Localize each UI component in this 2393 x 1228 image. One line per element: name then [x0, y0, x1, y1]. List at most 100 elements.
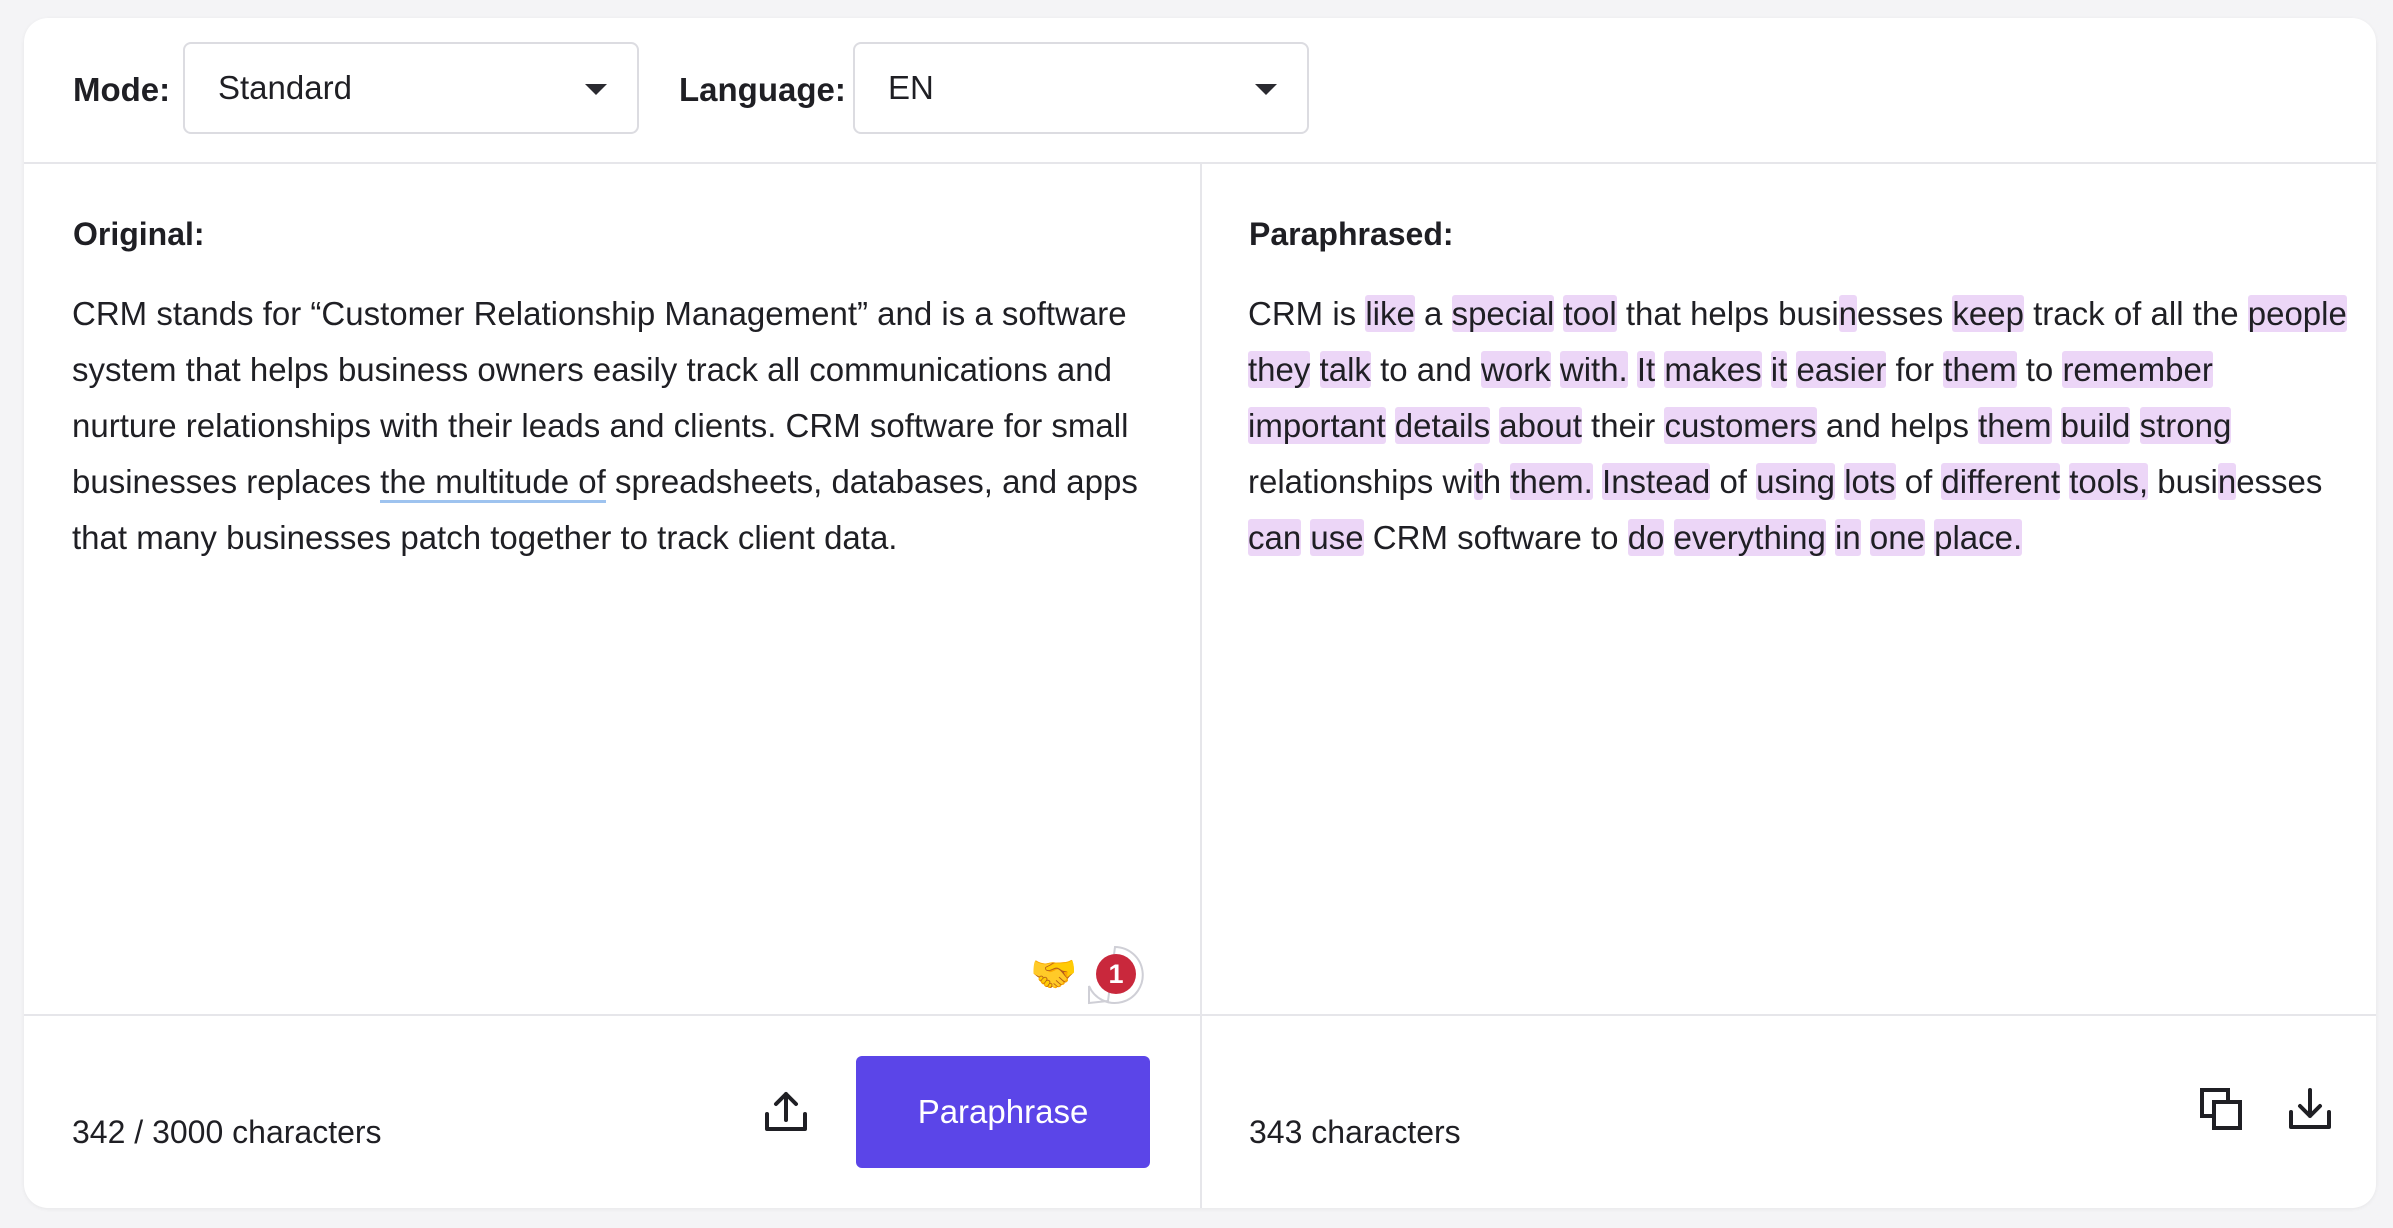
mode-select[interactable]: Standard [183, 42, 639, 134]
text-segment: track of all the [2023, 295, 2248, 332]
paraphrased-text[interactable]: CRM is like a special tool that helps bu… [1248, 286, 2348, 566]
changed-word: them [1978, 407, 2052, 444]
text-segment: for [1886, 351, 1944, 388]
changed-word: n [2217, 463, 2237, 500]
upload-icon [765, 1092, 807, 1131]
handshake-icon[interactable]: 🤝 [1030, 952, 1077, 996]
changed-word: about [1499, 407, 1582, 444]
changed-word: special [1451, 295, 1555, 332]
changed-word: customers [1664, 407, 1817, 444]
text-segment: that helps busi [1616, 295, 1839, 332]
mode-label: Mode: [73, 71, 171, 108]
changed-word: build [2060, 407, 2131, 444]
changed-word: important [1248, 407, 1386, 444]
changed-word: people [2247, 295, 2347, 332]
mode-select-value: Standard [218, 69, 352, 106]
text-segment: busi [2148, 463, 2218, 500]
changed-word: n [1838, 295, 1858, 332]
changed-word: everything [1673, 519, 1826, 556]
chevron-down-icon [1255, 84, 1277, 95]
changed-word: tools, [2069, 463, 2149, 500]
text-segment: h [1482, 463, 1511, 500]
toolbar: Mode: Standard Language: EN [24, 18, 2376, 164]
text-segment [1310, 351, 1319, 388]
language-select[interactable]: EN [853, 42, 1309, 134]
changed-word: using [1756, 463, 1836, 500]
text-segment: of [1895, 463, 1942, 500]
changed-word: with. [1559, 351, 1628, 388]
upload-button[interactable] [758, 1084, 814, 1140]
text-segment [1861, 519, 1870, 556]
text-segment: relationships wi [1248, 463, 1474, 500]
changed-word: lots [1844, 463, 1896, 500]
changed-word: talk [1319, 351, 1371, 388]
changed-word: keep [1952, 295, 2024, 332]
text-segment: esses [2236, 463, 2323, 500]
changed-word: they [1248, 351, 1311, 388]
paraphrased-character-count: 343 characters [1249, 1114, 1461, 1150]
language-label: Language: [679, 71, 846, 108]
text-segment [1664, 519, 1673, 556]
text-segment: CRM software to [1363, 519, 1628, 556]
text-segment [1762, 351, 1771, 388]
paraphraser-card: Mode: Standard Language: EN Original: CR… [24, 18, 2376, 1208]
paraphrased-title: Paraphrased: [1249, 216, 1454, 252]
pane-divider [1200, 162, 1202, 1208]
download-button[interactable] [2282, 1082, 2338, 1138]
text-segment [1628, 351, 1637, 388]
original-character-count: 342 / 3000 characters [72, 1114, 382, 1150]
changed-word: remember [2062, 351, 2213, 388]
download-icon [2289, 1088, 2331, 1129]
text-segment [1490, 407, 1499, 444]
text-segment [1301, 519, 1310, 556]
changed-word: Instead [1602, 463, 1711, 500]
changed-word: makes [1664, 351, 1762, 388]
language-select-value: EN [888, 69, 934, 106]
changed-word: use [1310, 519, 1364, 556]
changed-word: different [1941, 463, 2061, 500]
changed-word: place. [1934, 519, 2023, 556]
copy-button[interactable] [2194, 1082, 2250, 1138]
text-segment: a [1414, 295, 1452, 332]
changed-word: details [1394, 407, 1491, 444]
changed-word: like [1365, 295, 1415, 332]
footer-divider [24, 1014, 2376, 1016]
text-segment: esses [1857, 295, 1953, 332]
changed-word: in [1835, 519, 1861, 556]
text-segment: to and [1370, 351, 1481, 388]
original-text-area[interactable]: CRM stands for “Customer Relationship Ma… [72, 286, 1172, 566]
changed-word: can [1248, 519, 1302, 556]
changed-word: It [1636, 351, 1656, 388]
suggestion-badge[interactable]: 1 [1084, 944, 1146, 1006]
text-segment [1835, 463, 1844, 500]
chevron-down-icon [585, 84, 607, 95]
changed-word: them. [1510, 463, 1593, 500]
text-segment [1386, 407, 1395, 444]
suggestion-underline: the multitude of [380, 463, 606, 503]
changed-word: it [1770, 351, 1788, 388]
changed-word: do [1627, 519, 1665, 556]
changed-word: work [1481, 351, 1551, 388]
text-segment [1551, 351, 1560, 388]
text-segment: and helps [1816, 407, 1979, 444]
changed-word: easier [1796, 351, 1887, 388]
text-segment [1925, 519, 1934, 556]
changed-word: tool [1563, 295, 1617, 332]
text-segment: their [1581, 407, 1665, 444]
text-segment: CRM is [1248, 295, 1366, 332]
text-segment [1593, 463, 1602, 500]
badge-count: 1 [1108, 959, 1124, 989]
text-segment [2130, 407, 2139, 444]
changed-word: them [1943, 351, 2017, 388]
copy-icon [2200, 1088, 2242, 1130]
original-title: Original: [73, 216, 205, 252]
text-segment: to [2016, 351, 2063, 388]
text-segment [2052, 407, 2061, 444]
changed-word: t [1473, 463, 1483, 500]
text-segment [1826, 519, 1835, 556]
paraphrase-button[interactable]: Paraphrase [856, 1056, 1150, 1168]
text-segment: of [1710, 463, 1757, 500]
changed-word: strong [2139, 407, 2232, 444]
changed-word: one [1869, 519, 1925, 556]
text-segment [2060, 463, 2069, 500]
